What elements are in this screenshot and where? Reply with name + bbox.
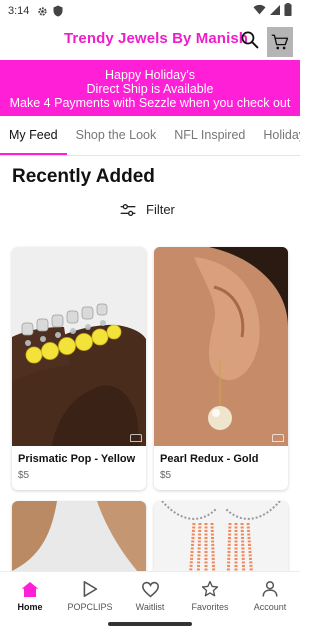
watermark-icon — [272, 434, 284, 442]
home-icon — [20, 579, 40, 599]
product-card[interactable] — [12, 501, 146, 581]
product-photo-partial — [12, 501, 146, 581]
nav-waitlist-label: Waitlist — [135, 602, 165, 612]
nav-account-label: Account — [253, 602, 287, 612]
filter-sliders-icon — [120, 203, 136, 216]
heart-icon — [140, 579, 160, 599]
home-gesture-pill[interactable] — [108, 622, 192, 626]
system-home-bar — [0, 615, 300, 633]
banner-line-1: Happy Holiday's — [105, 68, 195, 82]
status-bar: 3:14 — [0, 0, 300, 22]
star-icon — [200, 579, 220, 599]
product-price: $5 — [160, 470, 172, 481]
section-title: Recently Added — [12, 166, 155, 187]
product-card[interactable] — [154, 501, 288, 581]
filter-label: Filter — [146, 202, 175, 217]
search-icon — [241, 31, 258, 48]
cart-icon — [271, 34, 289, 50]
shield-icon — [51, 4, 65, 18]
settings-gear-icon — [35, 4, 49, 18]
product-name: Prismatic Pop - Yellow — [18, 453, 136, 465]
signal-icon — [269, 4, 281, 19]
person-icon — [260, 579, 280, 599]
watermark-icon — [130, 434, 142, 442]
nav-favorites[interactable]: Favorites — [180, 572, 240, 615]
bottom-navigation: Home POPCLIPS Waitlist Favorites Account — [0, 571, 300, 615]
banner-line-3: Make 4 Payments with Sezzle when you che… — [9, 96, 291, 110]
nav-favorites-label: Favorites — [191, 602, 229, 612]
nav-popclips[interactable]: POPCLIPS — [60, 572, 120, 615]
cart-button[interactable] — [267, 27, 293, 57]
nav-waitlist[interactable]: Waitlist — [120, 572, 180, 615]
search-button[interactable] — [238, 28, 260, 50]
app-header: Trendy Jewels By Manish — [0, 22, 300, 60]
store-title: Trendy Jewels By Manish — [64, 30, 249, 47]
product-card[interactable]: Prismatic Pop - Yellow $5 — [12, 247, 146, 490]
product-photo-earring — [154, 247, 288, 446]
nav-home-label: Home — [17, 602, 43, 612]
nav-account[interactable]: Account — [240, 572, 300, 615]
banner-line-2: Direct Ship is Available — [86, 82, 214, 96]
play-icon — [80, 579, 100, 599]
product-card[interactable]: Pearl Redux - Gold $5 — [154, 247, 288, 490]
product-photo-bracelet — [12, 247, 146, 446]
nav-popclips-label: POPCLIPS — [67, 602, 113, 612]
tab-shop-the-look[interactable]: Shop the Look — [67, 116, 166, 155]
battery-icon — [284, 3, 292, 19]
promo-banner[interactable]: Happy Holiday's Direct Ship is Available… — [0, 60, 300, 116]
product-price: $5 — [18, 470, 30, 481]
filter-button[interactable]: Filter — [120, 202, 175, 217]
wifi-icon — [253, 4, 266, 18]
category-tabs: My Feed Shop the Look NFL Inspired Holid… — [0, 116, 300, 156]
product-photo-necklace — [154, 501, 288, 581]
product-name: Pearl Redux - Gold — [160, 453, 259, 465]
tab-my-feed[interactable]: My Feed — [0, 116, 67, 155]
tab-nfl-inspired[interactable]: NFL Inspired — [165, 116, 254, 155]
nav-home[interactable]: Home — [0, 572, 60, 615]
status-time: 3:14 — [8, 5, 30, 17]
tab-holiday[interactable]: Holiday — [254, 116, 300, 155]
